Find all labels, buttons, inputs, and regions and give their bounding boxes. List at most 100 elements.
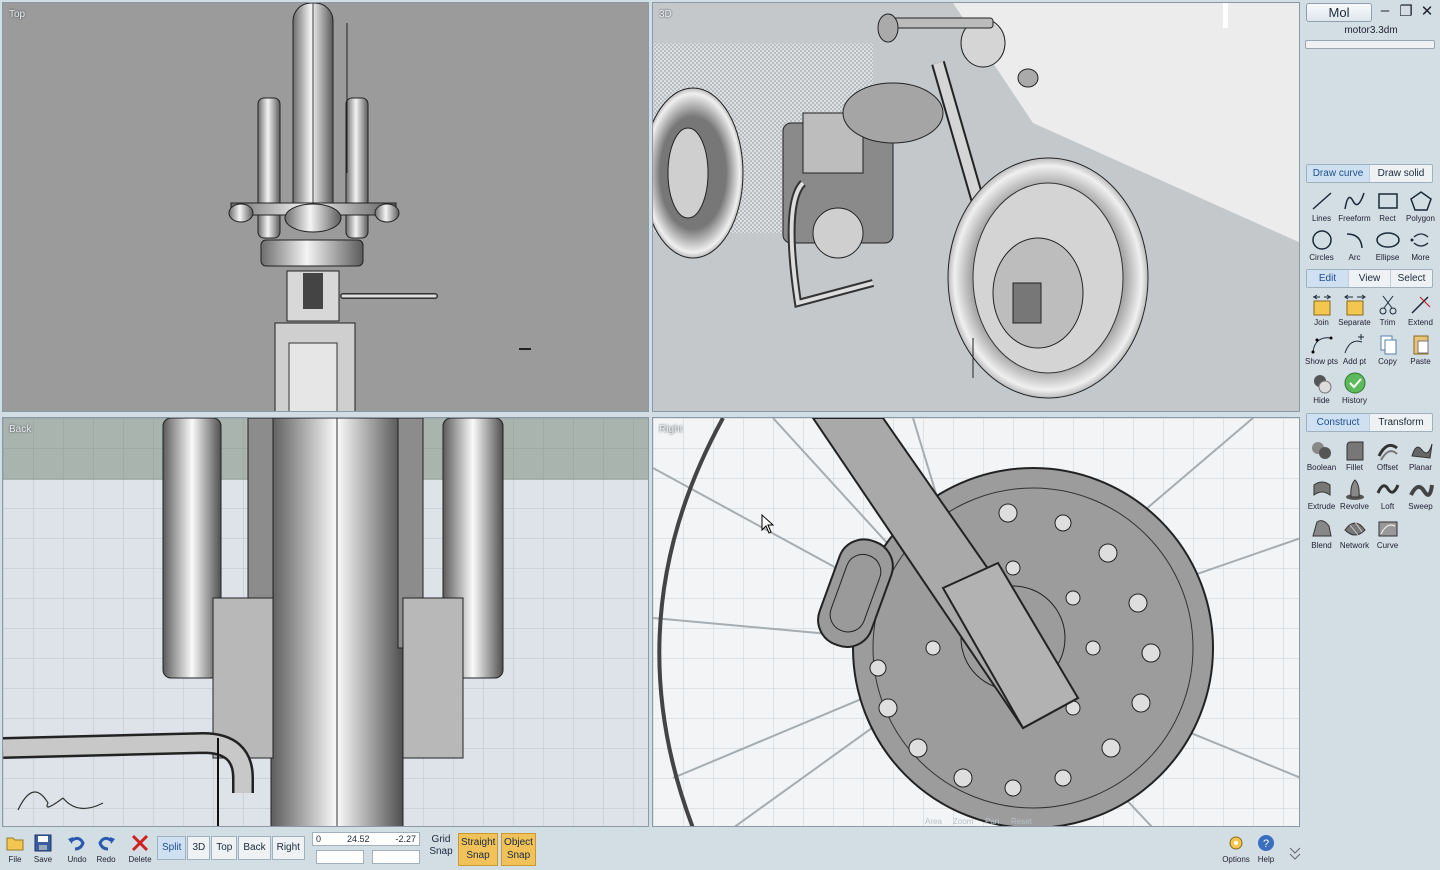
tab-view[interactable]: View [1349,270,1391,287]
blend-button[interactable]: Blend [1305,514,1338,553]
trim-button[interactable]: Trim [1371,291,1404,330]
app-menu-button[interactable]: Mol [1306,3,1372,22]
coord-b: 24.52 [346,834,370,844]
undo-button[interactable]: Undo [62,833,92,869]
minimize-icon[interactable]: – [1376,2,1394,19]
more-button[interactable]: More [1404,226,1437,265]
floppy-icon [34,834,52,852]
planar-button[interactable]: Planar [1404,436,1437,475]
nav-pan-label: Pan [985,817,999,826]
circles-button[interactable]: Circles [1305,226,1338,265]
coord-a: 0 [316,834,322,844]
svg-text:?: ? [1263,838,1269,850]
save-button[interactable]: Save [28,833,58,869]
viewport-3d[interactable]: 3D [652,2,1300,412]
tool-label: Circles [1309,253,1334,262]
extend-button[interactable]: Extend [1404,291,1437,330]
tool-label: Paste [1410,357,1431,366]
redo-label: Redo [96,855,116,864]
tool-label: Sweep [1408,502,1433,511]
show-points-button[interactable]: Show pts [1305,330,1338,369]
freeform-button[interactable]: Freeform [1338,187,1371,226]
rect-icon [1377,193,1398,209]
coordinate-input-2[interactable] [372,850,420,864]
object-snap-toggle[interactable]: Object Snap [501,833,536,866]
extrude-button[interactable]: Extrude [1305,475,1338,514]
viewport-label-right[interactable]: Right [659,424,682,435]
tab-select[interactable]: Select [1391,270,1432,287]
tool-label: Curve [1376,541,1399,550]
revolve-button[interactable]: Revolve [1338,475,1371,514]
extrude-icon [1313,481,1330,496]
view-right-button[interactable]: Right [271,836,305,860]
tool-label: Trim [1379,318,1396,327]
freeform-icon [1343,192,1365,210]
grid-snap-toggle[interactable]: Grid Snap [428,834,454,858]
polygon-button[interactable]: Polygon [1404,187,1437,226]
arc-button[interactable]: Arc [1338,226,1371,265]
ellipse-button[interactable]: Ellipse [1371,226,1404,265]
tool-label: Offset [1376,463,1399,472]
curve-button[interactable]: Curve [1371,514,1404,553]
redo-button[interactable]: Redo [91,833,121,869]
view-back-button[interactable]: Back [238,836,271,860]
copy-button[interactable]: Copy [1371,330,1404,369]
paste-button[interactable]: Paste [1404,330,1437,369]
network-button[interactable]: Network [1338,514,1371,553]
coordinate-input-1[interactable] [316,850,364,864]
separate-button[interactable]: Separate [1338,291,1371,330]
options-gear-icon [1229,836,1243,850]
tool-label: Extend [1408,318,1433,327]
view-top-button[interactable]: Top [211,836,238,860]
nav-zoom-label: Zoom [953,817,974,826]
loft-icon [1376,484,1399,494]
tab-edit[interactable]: Edit [1307,270,1349,287]
restore-icon[interactable]: ❐ [1397,2,1415,20]
viewport-right[interactable]: Right Area Zoom Pan Reset [652,417,1300,827]
straight-snap-toggle[interactable]: Straight Snap [458,833,498,866]
options-button[interactable]: Options [1221,833,1251,869]
rect-button[interactable]: Rect [1371,187,1404,226]
straight-snap-line1: Straight [461,837,496,848]
right-view-model: Area Zoom Pan Reset [653,418,1299,826]
tool-label: Planar [1408,463,1433,472]
join-button[interactable]: Join [1305,291,1338,330]
offset-button[interactable]: Offset [1371,436,1404,475]
loft-button[interactable]: Loft [1371,475,1404,514]
back-view-model [3,418,648,826]
fillet-button[interactable]: Fillet [1338,436,1371,475]
help-button[interactable]: ? Help [1251,833,1281,869]
tab-construct[interactable]: Construct [1307,414,1370,431]
viewport-label-3d[interactable]: 3D [659,9,672,20]
tab-transform[interactable]: Transform [1370,414,1432,431]
add-point-button[interactable]: Add pt [1338,330,1371,369]
sweep-button[interactable]: Sweep [1404,475,1437,514]
boolean-button[interactable]: Boolean [1305,436,1338,475]
hide-icon [1313,375,1331,394]
history-button[interactable]: History [1338,369,1371,408]
lines-button[interactable]: Lines [1305,187,1338,226]
polygon-icon [1409,191,1432,211]
viewport-label-back[interactable]: Back [9,424,31,435]
options-label: Options [1222,855,1250,864]
view-split-button[interactable]: Split [157,836,187,860]
offset-icon [1377,443,1398,461]
collapse-button[interactable] [1280,843,1310,863]
view-switcher: Split 3D Top Back Right [157,836,306,860]
draw-tool-grid: Lines Freeform Rect Polygon Circles Arc … [1305,187,1437,265]
view-3d-button[interactable]: 3D [187,836,211,860]
close-icon[interactable]: ✕ [1418,2,1436,20]
tool-label: Separate [1338,318,1371,327]
edit-tool-grid: Join Separate Trim Extend Show pts Add p… [1305,291,1437,408]
tab-draw-curve[interactable]: Draw curve [1307,165,1370,182]
viewport-top[interactable]: Top [2,2,649,412]
tool-label: Copy [1378,357,1397,366]
delete-button[interactable]: Delete [125,833,155,869]
viewport-label-top[interactable]: Top [9,9,25,20]
circle-icon [1311,230,1332,250]
object-snap-line1: Object [504,837,533,848]
file-button[interactable]: File [0,833,30,869]
hide-button[interactable]: Hide [1305,369,1338,408]
tab-draw-solid[interactable]: Draw solid [1370,165,1432,182]
viewport-back[interactable]: Back [2,417,649,827]
